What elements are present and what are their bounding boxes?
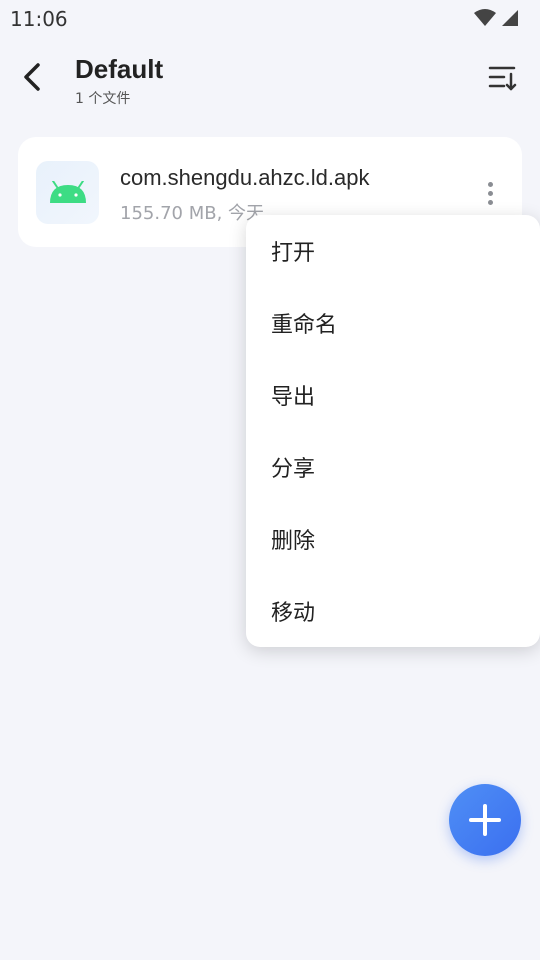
menu-item-rename[interactable]: 重命名 — [246, 287, 540, 359]
signal-icon — [502, 10, 518, 26]
more-vertical-icon — [487, 181, 493, 187]
wifi-icon — [474, 9, 496, 26]
menu-item-export[interactable]: 导出 — [246, 359, 540, 431]
status-icons — [474, 8, 520, 28]
menu-item-open[interactable]: 打开 — [246, 215, 540, 287]
file-icon-container — [36, 161, 99, 224]
status-bar: 11:06 — [0, 0, 540, 38]
file-meta: 155.70 MB, 今天 — [120, 203, 265, 224]
more-options-button[interactable] — [476, 177, 504, 209]
context-menu: 打开 重命名 导出 分享 删除 移动 — [246, 215, 540, 647]
back-button[interactable] — [14, 57, 50, 97]
add-button[interactable] — [449, 784, 521, 856]
page-title: Default — [75, 54, 164, 84]
file-count: 1 个文件 — [75, 91, 131, 107]
sort-icon — [488, 66, 517, 91]
android-icon — [49, 180, 86, 203]
menu-item-move[interactable]: 移动 — [246, 575, 540, 647]
menu-item-share[interactable]: 分享 — [246, 431, 540, 503]
header: Default 1 个文件 — [0, 45, 540, 115]
sort-button[interactable] — [486, 61, 520, 95]
menu-item-delete[interactable]: 删除 — [246, 503, 540, 575]
status-time: 11:06 — [10, 7, 68, 31]
file-name: com.shengdu.ahzc.ld.apk — [120, 165, 370, 190]
plus-icon — [469, 804, 501, 836]
back-arrow-icon — [24, 63, 40, 91]
